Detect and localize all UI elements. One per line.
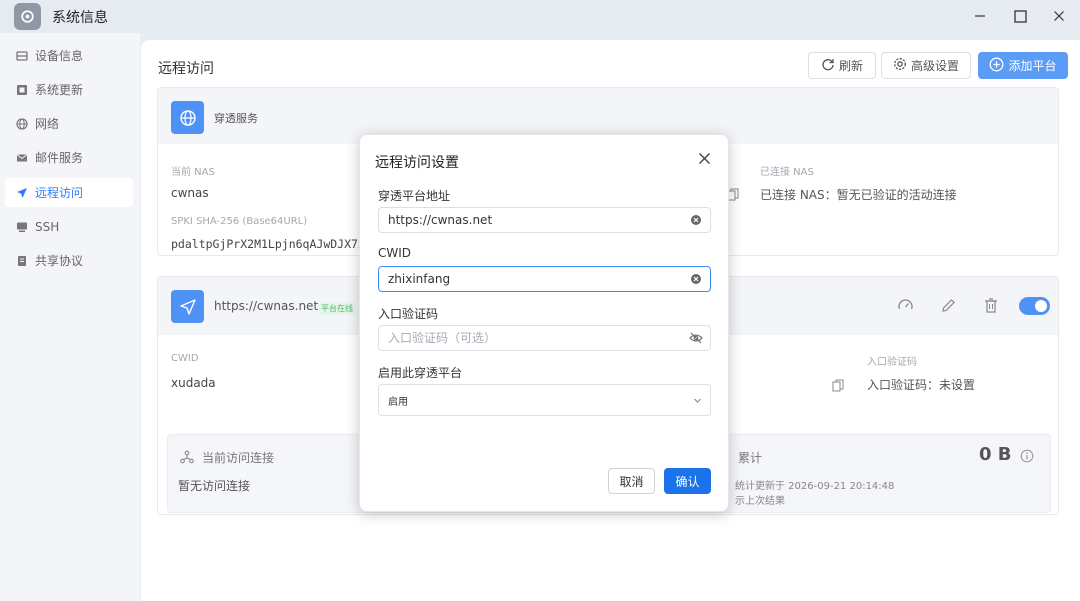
current-nas-value: cwnas [171,186,209,200]
page-title: 远程访问 [158,61,214,77]
dialog-title: 远程访问设置 [375,155,459,171]
add-platform-button[interactable]: 添加平台 [978,52,1068,79]
sidebar-item-system-update[interactable]: 系统更新 [5,75,133,104]
platform-address-input[interactable] [378,207,711,233]
connected-nas-value: 已连接 NAS：暂无已验证的活动连接 [760,188,957,202]
globe-tile-icon [171,101,204,134]
cwid-field-label: CWID [378,246,412,260]
cwid-value: xudada [171,376,216,390]
window-title: 系统信息 [52,10,108,26]
sidebar-item-label: 远程访问 [35,186,84,200]
share-icon [16,255,28,267]
minimize-button[interactable] [967,4,993,28]
clear-icon[interactable] [689,272,703,286]
enable-platform-label: 启用此穿透平台 [378,366,463,380]
cwid-label: CWID [171,353,199,364]
status-badge: 平台在线 [318,302,356,315]
cancel-button[interactable]: 取消 [608,468,655,494]
service-title: 穿透服务 [214,112,258,125]
close-window-button[interactable] [1046,4,1072,28]
total-traffic-label: 累计 [738,451,763,465]
maximize-button[interactable] [1007,4,1033,28]
clear-icon[interactable] [689,213,703,227]
entry-code-field-label: 入口验证码 [378,307,439,321]
spki-value: pdaltpGjPrX2M1Lpjn6qAJwDJX7xh [171,237,372,251]
entry-code-input[interactable] [378,325,711,351]
refresh-icon [821,57,835,74]
add-platform-label: 添加平台 [1008,59,1057,73]
gear-icon [893,57,907,74]
enable-toggle[interactable] [1019,297,1050,315]
entry-code-label: 入口验证码 [867,357,917,368]
sidebar-item-remote-access[interactable]: 远程访问 [5,178,133,207]
copy-icon[interactable] [832,377,844,396]
sidebar-item-network[interactable]: 网络 [5,109,133,138]
platform-url: https://cwnas.net [214,299,319,313]
current-connections-label: 当前访问连接 [202,451,275,465]
current-nas-label: 当前 NAS [171,167,215,178]
refresh-label: 刷新 [838,59,863,73]
enable-platform-value: 启用 [388,396,408,408]
sidebar-item-label: 系统更新 [35,83,84,97]
entry-code-value: 入口验证码：未设置 [867,378,976,392]
sidebar-item-share-protocol[interactable]: 共享协议 [5,246,133,275]
stats-last-result: 示上次结果 [735,496,785,507]
terminal-icon [16,221,28,233]
info-icon[interactable] [1020,448,1034,467]
connected-nas-label: 已连接 NAS [760,167,814,178]
sidebar-item-mail-service[interactable]: 邮件服务 [5,143,133,172]
eye-off-icon[interactable] [689,331,703,345]
mail-icon [16,152,28,164]
platform-address-label: 穿透平台地址 [378,189,451,203]
sidebar-item-label: 邮件服务 [35,151,84,165]
sidebar-item-label: 设备信息 [35,49,84,63]
globe-icon [16,117,28,130]
update-icon [16,84,28,96]
sidebar-item-label: 共享协议 [35,254,84,268]
sidebar: 设备信息 系统更新 网络 邮件服务 远程访问 SSH 共享协议 [0,33,140,601]
speed-test-icon[interactable] [897,297,914,318]
title-bar: 系统信息 [0,0,1080,33]
refresh-button[interactable]: 刷新 [808,52,876,79]
plus-circle-icon [989,57,1004,75]
advanced-settings-label: 高级设置 [910,59,959,73]
current-connections-value: 暂无访问连接 [178,479,251,493]
close-dialog-button[interactable] [695,149,713,167]
enable-platform-select[interactable]: 启用 [378,384,711,416]
stats-updated-time: 统计更新于 2026-09-21 20:14:48 [735,481,895,492]
spki-label: SPKI SHA-256 (Base64URL) [171,216,308,227]
app-gear-icon [14,3,41,30]
connections-icon [180,449,194,468]
edit-icon[interactable] [940,297,957,318]
total-traffic-value: 0 B [979,444,1012,465]
sidebar-item-label: SSH [35,219,60,234]
remote-access-settings-dialog: 远程访问设置 穿透平台地址 CWID 入口验证码 启用此穿透平台 启用 取消 确… [359,134,729,512]
device-icon [16,50,28,62]
sidebar-item-ssh[interactable]: SSH [5,212,133,241]
send-tile-icon [171,290,204,323]
chevron-down-icon [693,396,702,408]
send-icon [16,187,28,199]
delete-icon[interactable] [983,297,999,318]
sidebar-item-device-info[interactable]: 设备信息 [5,41,133,70]
close-icon [698,152,710,164]
advanced-settings-button[interactable]: 高级设置 [881,52,971,79]
cwid-input[interactable] [378,266,711,292]
sidebar-item-label: 网络 [35,117,60,131]
confirm-button[interactable]: 确认 [664,468,711,494]
